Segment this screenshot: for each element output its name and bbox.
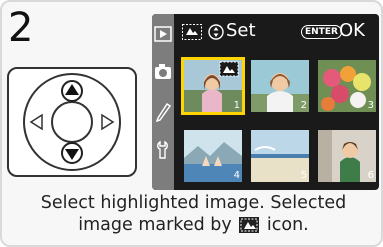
print-mark-icon — [219, 61, 239, 77]
enter-icon: ENTER — [301, 25, 342, 39]
set-label: Set — [226, 20, 256, 41]
ok-label[interactable]: OK — [339, 21, 365, 41]
thumbnail-number: 4 — [233, 170, 240, 181]
multi-selector-icon — [208, 24, 224, 40]
lcd-header: Set ENTER OK — [174, 14, 379, 50]
thumbnail-1[interactable]: 1 — [181, 57, 245, 115]
step-number: 2 — [8, 5, 34, 51]
instruction-caption: Select highlighted image. Selected image… — [2, 192, 383, 236]
menu-side-tabs — [152, 14, 174, 190]
multi-selector-graphic — [23, 73, 121, 171]
wrench-icon[interactable] — [152, 134, 174, 164]
thumbnail-number: 3 — [367, 100, 374, 111]
thumbnail-number: 1 — [233, 100, 240, 111]
thumbnail-number: 6 — [367, 170, 374, 181]
caption-line-2-before: image marked by — [78, 215, 232, 235]
pencil-icon[interactable] — [152, 96, 174, 126]
print-set-icon — [239, 217, 260, 233]
camera-lcd-screen: Set ENTER OK 1 2 3 4 5 6 — [152, 14, 379, 190]
thumbnail-5[interactable]: 5 — [251, 130, 309, 182]
thumbnail-2[interactable]: 2 — [251, 60, 309, 112]
thumbnail-grid: 1 2 3 4 5 6 — [181, 57, 376, 186]
instruction-panel: 2 Set ENTER OK 1 2 3 4 5 6 Select highli… — [0, 0, 383, 247]
print-set-icon — [182, 24, 202, 40]
playback-icon[interactable] — [152, 20, 174, 50]
thumbnail-4[interactable]: 4 — [184, 130, 242, 182]
thumbnail-3[interactable]: 3 — [318, 60, 376, 112]
caption-line-1: Select highlighted image. Selected — [40, 193, 347, 213]
thumbnail-number: 2 — [300, 100, 307, 111]
thumbnail-6[interactable]: 6 — [318, 130, 376, 182]
thumbnail-number: 5 — [300, 170, 307, 181]
up-button[interactable] — [61, 80, 83, 102]
camera-icon[interactable] — [152, 58, 174, 88]
caption-line-2-after: icon. — [266, 215, 309, 235]
down-button[interactable] — [61, 142, 83, 164]
caption-line-2: image marked by icon. — [2, 214, 383, 236]
multi-selector — [7, 67, 137, 177]
